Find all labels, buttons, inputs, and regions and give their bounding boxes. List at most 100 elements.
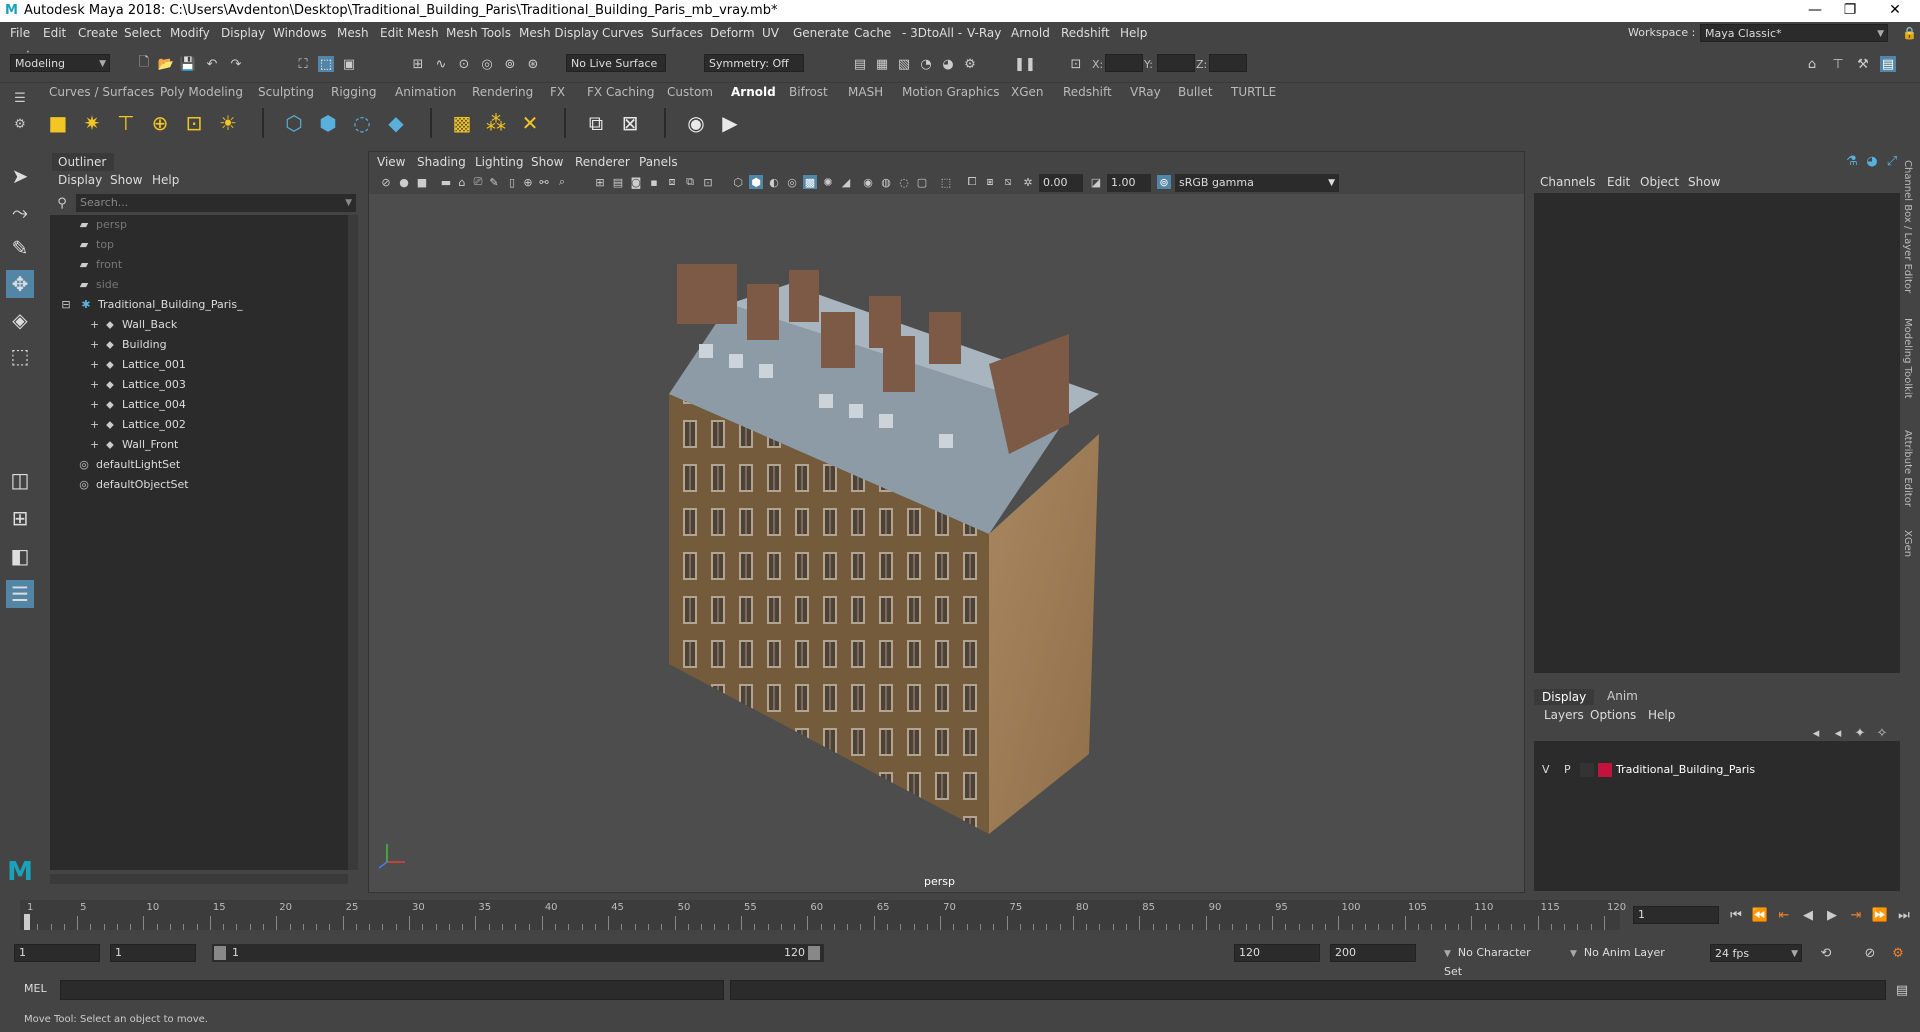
time-slider[interactable]: 1 5 10 15 20 25 30 35 40 45 50 55 60 65 70 75 80 85 90 95 10… (0, 898, 1920, 934)
outliner-item[interactable]: + ⬥ Wall_Back (90, 315, 177, 335)
menu-uv[interactable]: UV (762, 26, 779, 40)
gamma-icon[interactable]: ◪ (1089, 175, 1103, 189)
snap-grid-icon[interactable]: ⊞ (410, 56, 426, 72)
outliner-item[interactable]: + ⬥ Building (90, 335, 167, 355)
shadows-icon[interactable]: ◐ (767, 175, 781, 189)
menu-edit[interactable]: Edit (43, 26, 66, 40)
film-gate-icon[interactable]: ⊕ (521, 175, 535, 189)
side-tab-channel-box[interactable]: Channel Box / Layer Editor (1902, 160, 1913, 293)
ipr-render-icon[interactable]: ▧ (896, 56, 912, 72)
layer-menu-options[interactable]: Options (1590, 708, 1636, 722)
command-input[interactable] (60, 980, 724, 1000)
shelf-tab-bullet[interactable]: Bullet (1178, 85, 1213, 99)
shelf-settings-icon[interactable]: ⚙ (12, 116, 28, 132)
layer-tab-display[interactable]: Display (1534, 689, 1595, 705)
new-layer-icon[interactable]: ✦ (1852, 725, 1868, 741)
exposure-field[interactable]: 0.00 (1039, 174, 1083, 192)
redo-icon[interactable]: ↷ (228, 56, 244, 72)
texture-manager-icon[interactable]: ▩ (448, 109, 476, 137)
go-to-end-icon[interactable]: ⏭ (1896, 907, 1912, 923)
anim-layer-select[interactable]: ▼ No Anim Layer (1566, 944, 1678, 962)
render-setup-icon[interactable]: ⚙ (962, 56, 978, 72)
skydome-light-icon[interactable]: ⊕ (146, 109, 174, 137)
shelf-tab-redshift[interactable]: Redshift (1063, 85, 1112, 99)
shelf-tab-arnold[interactable]: Arnold (731, 85, 776, 99)
menu-surfaces[interactable]: Surfaces (651, 26, 703, 40)
snap-curve-icon[interactable]: ∿ (433, 56, 449, 72)
menu-file[interactable]: File (10, 26, 30, 40)
shelf-tab-animation[interactable]: Animation (395, 85, 456, 99)
menu-windows[interactable]: Windows (273, 26, 327, 40)
expand-icon[interactable]: + (90, 375, 99, 395)
expand-icon[interactable]: + (90, 435, 99, 455)
view-transform-select[interactable]: sRGB gamma ▼ (1175, 174, 1339, 192)
menu-3dtoall[interactable]: - 3DtoAll - (902, 26, 962, 40)
outliner-item[interactable]: + ⬥ Lattice_002 (90, 415, 186, 435)
outliner-item[interactable]: ◎ defaultLightSet (76, 455, 180, 475)
menu-cache[interactable]: Cache (854, 26, 891, 40)
expand-icon[interactable]: + (90, 335, 99, 355)
snap-pivot-icon[interactable]: ⊛ (525, 56, 541, 72)
layer-display-type[interactable] (1580, 763, 1594, 777)
outliner-item[interactable]: ⊟ ✱ Traditional_Building_Paris_ (58, 295, 242, 315)
menu-create[interactable]: Create (78, 26, 118, 40)
outliner-menu-help[interactable]: Help (152, 173, 179, 187)
range-end-handle[interactable] (808, 946, 820, 960)
collapse-icon[interactable]: ⊟ (58, 295, 74, 315)
export-standin-icon[interactable]: ⬢ (314, 109, 342, 137)
outliner-search-input[interactable]: Search... ▼ (76, 194, 356, 212)
ambient-occlusion-icon[interactable]: ◎ (785, 175, 799, 189)
new-layer-selected-icon[interactable]: ✧ (1874, 725, 1890, 741)
expand-icon[interactable]: + (90, 355, 99, 375)
outliner-item[interactable]: + ⬥ Lattice_003 (90, 375, 186, 395)
shelf-tab-rendering[interactable]: Rendering (472, 85, 533, 99)
channel-menu-channels[interactable]: Channels (1540, 175, 1596, 189)
character-set-select[interactable]: ▼ No Character Set (1440, 944, 1552, 978)
menu-set-select[interactable]: Modeling ▼ (10, 54, 110, 72)
y-field[interactable] (1157, 54, 1195, 72)
shelf-tab-mash[interactable]: MASH (848, 85, 883, 99)
shelf-tab-fx-caching[interactable]: FX Caching (587, 85, 654, 99)
standin-icon[interactable]: ⬡ (280, 109, 308, 137)
xray-joints-icon[interactable]: ▢ (915, 175, 929, 189)
play-forward-icon[interactable]: ▶ (1824, 907, 1840, 923)
filter-icon[interactable]: ⚲ (54, 195, 70, 211)
shelf-tab-motion-graphics[interactable]: Motion Graphics (902, 85, 1000, 99)
shelf-tab-sculpting[interactable]: Sculpting (258, 85, 314, 99)
script-editor-icon[interactable]: ▤ (1894, 982, 1910, 998)
modeling-toolkit-icon[interactable]: ⌂ (1804, 56, 1820, 72)
live-surface-select[interactable]: No Live Surface (566, 54, 666, 72)
menu-display[interactable]: Display (221, 26, 265, 40)
attribute-toggle-icon[interactable]: ◕ (1864, 153, 1880, 169)
channel-menu-show[interactable]: Show (1688, 175, 1720, 189)
new-scene-icon[interactable]: 🗋 (136, 55, 152, 72)
z-field[interactable] (1209, 54, 1247, 72)
viewport-menu-shading[interactable]: Shading (417, 155, 466, 169)
expand-icon[interactable]: + (90, 415, 99, 435)
layer-tab-anim[interactable]: Anim (1607, 689, 1638, 703)
channel-menu-edit[interactable]: Edit (1607, 175, 1630, 189)
start-time-field[interactable]: 1 (14, 944, 100, 962)
wireframe-icon[interactable]: ▤ (611, 175, 625, 189)
isolate-select-icon[interactable]: ◌ (897, 175, 911, 189)
building-model-render[interactable] (369, 194, 1524, 892)
snap-point-icon[interactable]: ⊙ (456, 56, 472, 72)
shelf-tab-rigging[interactable]: Rigging (331, 85, 376, 99)
snap-view-icon[interactable]: ◎ (479, 56, 495, 72)
render-view-icon[interactable]: ▤ (852, 56, 868, 72)
current-time-indicator[interactable] (24, 914, 30, 930)
bookmarks-icon[interactable]: ▬ (439, 175, 453, 189)
channel-menu-object[interactable]: Object (1640, 175, 1679, 189)
menu-edit-mesh[interactable]: Edit Mesh (380, 26, 439, 40)
wireframe-on-shaded-icon[interactable]: ⧈ (665, 175, 679, 189)
single-perspective-layout-icon[interactable]: ◫ (6, 466, 34, 494)
textured-icon[interactable]: ⧉ (683, 175, 697, 189)
four-view-layout-icon[interactable]: ⊞ (6, 504, 34, 532)
grease-pencil-icon[interactable]: ✎ (487, 175, 501, 189)
gate-mask-icon[interactable]: ⌕ (555, 175, 569, 189)
lights-icon[interactable]: ✺ (821, 175, 835, 189)
expand-icon[interactable]: + (90, 395, 99, 415)
menu-mesh[interactable]: Mesh (337, 26, 369, 40)
shelf-tab-vray[interactable]: VRay (1130, 85, 1161, 99)
animation-preferences-icon[interactable]: ⚙ (1890, 945, 1906, 961)
